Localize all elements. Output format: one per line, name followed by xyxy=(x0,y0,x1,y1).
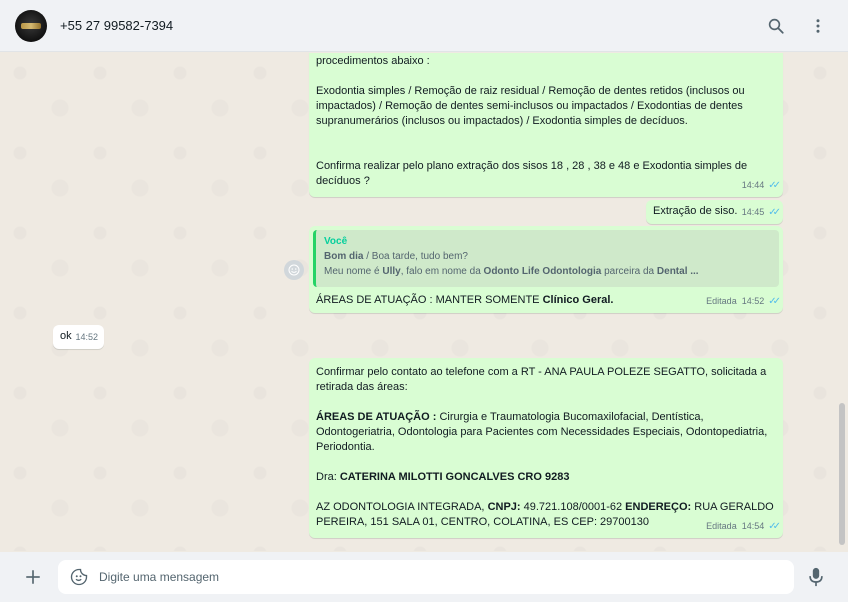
message-incoming[interactable]: ok 14:52 xyxy=(53,325,104,349)
quote-text-bold: Odonto Life Odontologia xyxy=(483,266,602,277)
message-text: supranumerários (inclusos ou impactados)… xyxy=(316,115,688,127)
message-meta: 14:45 ✓✓ xyxy=(741,205,781,220)
message-text: Confirma realizar pelo plano extração do… xyxy=(316,160,748,172)
message-text-part: Dra: xyxy=(316,471,340,483)
read-ticks-icon: ✓✓ xyxy=(768,207,781,218)
message-text: ÁREAS DE ATUAÇÃO : Cirurgia e Traumatolo… xyxy=(316,410,775,425)
edited-label: Editada xyxy=(706,296,737,306)
chat-header: +55 27 99582-7394 xyxy=(0,0,848,52)
message-outgoing[interactable]: Confirmar pelo contato ao telefone com a… xyxy=(309,358,783,538)
message-time: 14:44 xyxy=(741,180,765,190)
contact-avatar[interactable] xyxy=(15,9,47,42)
message-text: Exodontia simples / Remoção de raiz resi… xyxy=(316,85,745,97)
message-text: retirada das áreas: xyxy=(316,381,408,393)
message-meta: Editada 14:54 ✓✓ xyxy=(706,519,781,534)
message-text: AZ ODONTOLOGIA INTEGRADA, CNPJ: 49.721.1… xyxy=(316,500,775,515)
read-ticks-icon: ✓✓ xyxy=(768,521,781,532)
message-text: Periodontia. xyxy=(316,441,375,453)
quote-text: Bom dia / Boa tarde, tudo bem? xyxy=(324,249,771,264)
emoji-reaction-icon[interactable] xyxy=(284,260,304,280)
message-text: Extração de siso. xyxy=(653,205,738,217)
microphone-icon xyxy=(809,567,823,587)
composer xyxy=(0,552,848,602)
message-text-part: ÁREAS DE ATUAÇÃO : MANTER SOMENTE xyxy=(316,294,543,306)
quoted-message[interactable]: Você Bom dia / Boa tarde, tudo bem? Meu … xyxy=(313,230,779,287)
message-text-bold: CNPJ: xyxy=(487,501,521,513)
message-text-bold: ÁREAS DE ATUAÇÃO : xyxy=(316,411,437,423)
message-text: Dra: CATERINA MILOTTI GONCALVES CRO 9283 xyxy=(316,470,775,485)
quote-text-part: , falo em nome da xyxy=(400,266,484,277)
quote-text-part: / Boa tarde, tudo bem? xyxy=(363,251,468,262)
message-list[interactable]: procedimentos abaixo : Exodontia simples… xyxy=(0,53,848,551)
quote-author: Você xyxy=(324,236,348,247)
header-actions xyxy=(766,0,828,52)
menu-icon[interactable] xyxy=(808,16,828,36)
sticker-icon[interactable] xyxy=(69,567,89,587)
message-input-box[interactable] xyxy=(58,560,794,594)
message-text: impactados) / Remoção de dentes semi-inc… xyxy=(316,100,743,112)
message-text: Odontogeriatria, Odontologia para Pacien… xyxy=(316,426,768,438)
message-time: 14:52 xyxy=(741,296,765,306)
read-ticks-icon: ✓✓ xyxy=(768,296,781,307)
message-meta: 14:44 ✓✓ xyxy=(741,178,781,193)
message-outgoing[interactable]: Extração de siso. 14:45 ✓✓ xyxy=(646,200,783,224)
message-text: Confirmar pelo contato ao telefone com a… xyxy=(316,366,767,378)
message-text: decíduos ? xyxy=(316,175,370,187)
message-text-bold: Clínico Geral. xyxy=(542,294,614,306)
message-time: 14:52 xyxy=(75,332,98,342)
scrollbar-thumb[interactable] xyxy=(839,403,845,545)
read-ticks-icon: ✓✓ xyxy=(768,180,781,191)
quote-text-bold: Bom dia xyxy=(324,251,364,262)
message-outgoing[interactable]: procedimentos abaixo : Exodontia simples… xyxy=(309,53,783,197)
contact-name[interactable]: +55 27 99582-7394 xyxy=(60,18,173,33)
message-text-part: Cirurgia e Traumatologia Bucomaxilofacia… xyxy=(436,411,704,423)
quote-text-part: parceira da xyxy=(601,266,657,277)
attach-button[interactable] xyxy=(22,566,44,588)
message-text-bold: CATERINA MILOTTI GONCALVES CRO 9283 xyxy=(339,471,570,483)
quote-text-bold: Ully xyxy=(382,266,401,277)
message-text-part: 49.721.108/0001-62 xyxy=(520,501,626,513)
message-time: 14:45 xyxy=(741,207,765,217)
message-text-part: AZ ODONTOLOGIA INTEGRADA, xyxy=(316,501,488,513)
message-text-part: RUA GERALDO xyxy=(691,501,774,513)
logo-icon xyxy=(21,22,41,29)
search-icon[interactable] xyxy=(766,16,786,36)
message-meta: Editada 14:52 ✓✓ xyxy=(706,294,781,309)
message-text-bold: ENDEREÇO: xyxy=(625,501,692,513)
quote-text: Meu nome é Ully, falo em nome da Odonto … xyxy=(324,264,771,279)
message-input[interactable] xyxy=(99,570,739,584)
quote-text-bold: Dental ... xyxy=(656,266,699,277)
edited-label: Editada xyxy=(706,521,737,531)
message-text: procedimentos abaixo : xyxy=(316,55,430,67)
message-meta: 14:52 xyxy=(75,330,98,345)
message-text: ok xyxy=(60,330,72,342)
microphone-button[interactable] xyxy=(806,567,826,587)
quote-text-part: Meu nome é xyxy=(324,266,383,277)
plus-icon xyxy=(26,570,40,584)
message-time: 14:54 xyxy=(741,521,765,531)
message-outgoing-reply[interactable]: Você Bom dia / Boa tarde, tudo bem? Meu … xyxy=(309,226,783,313)
